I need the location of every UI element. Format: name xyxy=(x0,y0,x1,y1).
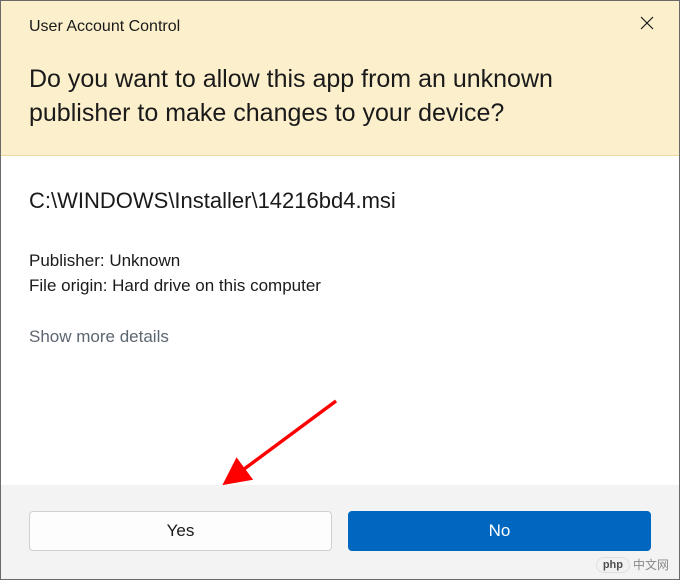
show-more-details-link[interactable]: Show more details xyxy=(29,327,169,347)
app-path: C:\WINDOWS\Installer\14216bd4.msi xyxy=(29,188,651,214)
button-row: Yes No xyxy=(1,485,679,579)
close-button[interactable] xyxy=(627,7,667,39)
dialog-title: User Account Control xyxy=(29,13,180,36)
close-icon xyxy=(640,16,654,30)
yes-button[interactable]: Yes xyxy=(29,511,332,551)
header-top-row: User Account Control xyxy=(29,13,651,39)
dialog-body: C:\WINDOWS\Installer\14216bd4.msi Publis… xyxy=(1,156,679,486)
publisher-label: Publisher: Unknown xyxy=(29,248,651,274)
prompt-message: Do you want to allow this app from an un… xyxy=(29,63,651,131)
uac-dialog: User Account Control Do you want to allo… xyxy=(0,0,680,580)
details-block: Publisher: Unknown File origin: Hard dri… xyxy=(29,248,651,299)
no-button[interactable]: No xyxy=(348,511,651,551)
file-origin-label: File origin: Hard drive on this computer xyxy=(29,273,651,299)
dialog-header: User Account Control Do you want to allo… xyxy=(1,1,679,156)
